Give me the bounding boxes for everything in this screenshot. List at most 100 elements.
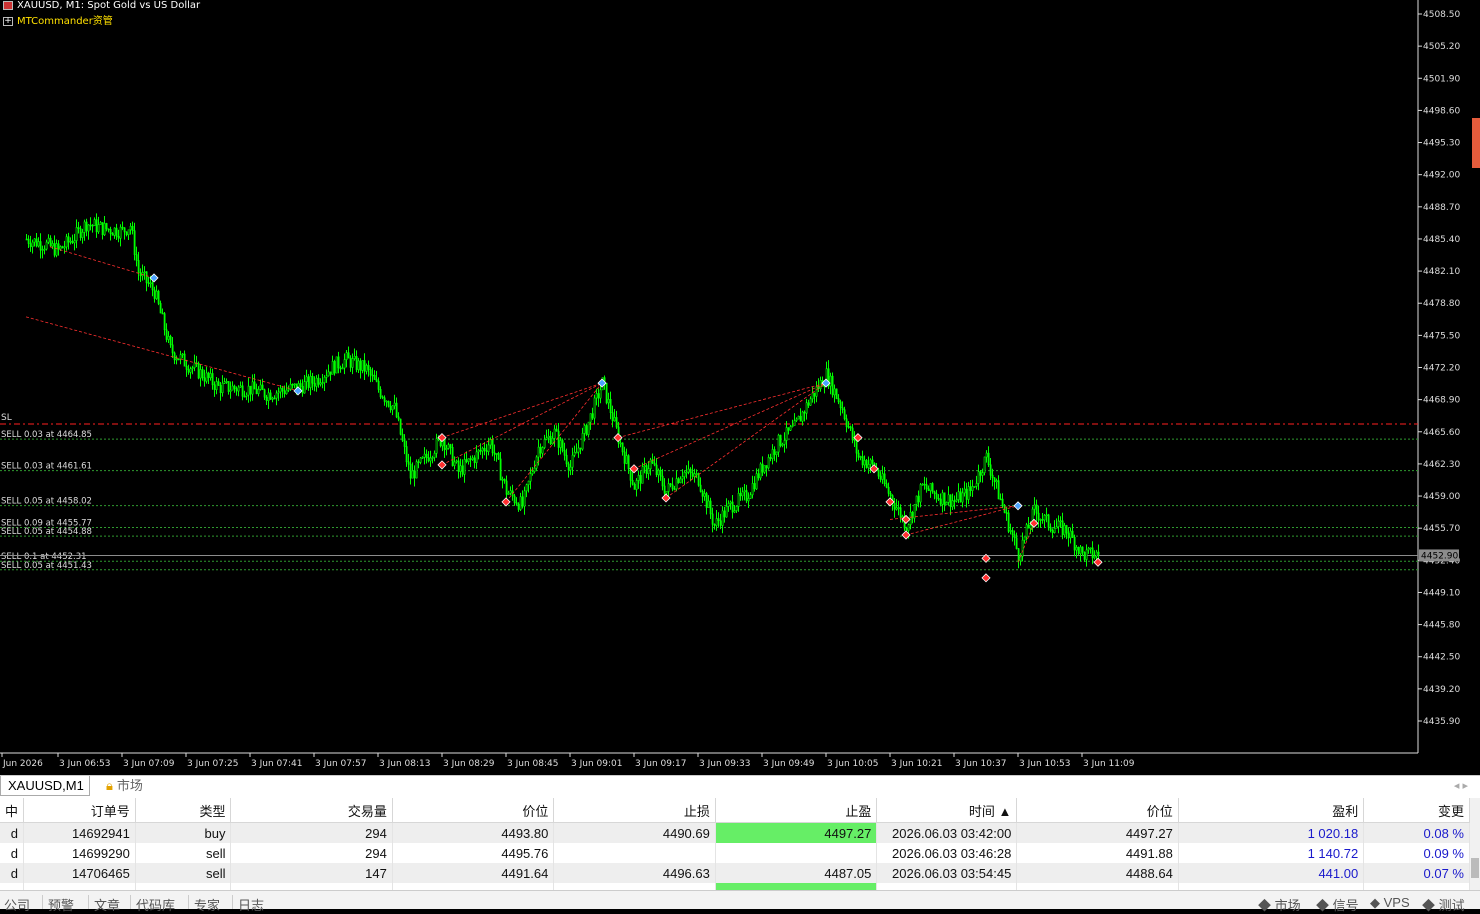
candle-body bbox=[391, 405, 394, 411]
service-tab[interactable]: ◆ 测试 bbox=[1422, 895, 1465, 914]
tab-divider bbox=[232, 895, 233, 909]
column-header[interactable]: 交易量 bbox=[230, 798, 393, 823]
candle-body bbox=[411, 470, 414, 479]
table-row[interactable]: d 14706465 sell 147 4491.64 4496.63 4487.05 202… bbox=[0, 863, 1470, 883]
candle-body bbox=[455, 460, 458, 463]
toolbox-tab[interactable]: 日志 bbox=[238, 895, 264, 914]
candle-body bbox=[847, 426, 850, 428]
candle-body bbox=[691, 472, 694, 477]
candle-body bbox=[793, 420, 796, 426]
candle-body bbox=[895, 507, 898, 510]
tab-xauusd-m1[interactable]: XAUUSD,M1 bbox=[0, 776, 90, 796]
trade-arrow-marker bbox=[1013, 501, 1023, 511]
stop-loss bbox=[553, 843, 716, 863]
candle-body bbox=[343, 359, 346, 369]
table-row[interactable]: d 14692941 buy 294 4493.80 4490.69 4497.27 2026… bbox=[0, 822, 1470, 843]
row-marker bbox=[0, 883, 25, 890]
candle-body bbox=[553, 428, 556, 439]
candle-body bbox=[545, 437, 548, 440]
candle-body bbox=[269, 392, 272, 400]
toolbox-tab[interactable]: 专家 bbox=[194, 895, 220, 914]
scrollbar-thumb[interactable] bbox=[1471, 858, 1479, 878]
table-row[interactable] bbox=[0, 883, 1470, 890]
tab-scroll-arrows[interactable]: ◂ ▸ bbox=[1454, 776, 1468, 796]
candle-body bbox=[263, 389, 266, 398]
column-header[interactable]: 止损 bbox=[553, 798, 716, 823]
candle-body bbox=[393, 402, 396, 407]
toolbox-tab[interactable]: 预警 bbox=[48, 895, 74, 914]
candle-body bbox=[991, 474, 994, 479]
candle-body bbox=[55, 243, 58, 256]
table-scrollbar[interactable] bbox=[1470, 798, 1480, 890]
candle-body bbox=[597, 393, 600, 399]
table-row[interactable]: d 14699290 sell 294 4495.76 2026.06.03 03:46:… bbox=[0, 843, 1470, 863]
candle-body bbox=[75, 227, 78, 241]
toolbox-tab[interactable]: 代码库 bbox=[136, 895, 175, 914]
candle-body bbox=[659, 469, 662, 477]
column-header[interactable]: 变更 bbox=[1363, 798, 1470, 823]
candle-body bbox=[707, 500, 710, 508]
candle-body bbox=[405, 446, 408, 463]
candle-body bbox=[135, 254, 138, 261]
tab-market[interactable]: 🔒︎ 市场 bbox=[106, 776, 143, 796]
candle-body bbox=[543, 439, 546, 448]
column-header[interactable]: 止盈 bbox=[715, 798, 878, 823]
service-tab[interactable]: ◆ 信号 bbox=[1316, 895, 1359, 914]
open-price: 4491.64 bbox=[392, 863, 555, 883]
candle-body bbox=[681, 476, 684, 480]
candle-body bbox=[719, 520, 722, 526]
column-header[interactable]: 中 bbox=[0, 798, 25, 823]
stop-loss: 4496.63 bbox=[553, 863, 716, 883]
order-ticket: 14706465 bbox=[23, 863, 136, 883]
price-chart[interactable]: 4508.50 4505.20 4501.90 4498.60 4495.30 4492.… bbox=[0, 0, 1480, 775]
chart-canvas[interactable]: 4508.50 4505.20 4501.90 4498.60 4495.30 4492.… bbox=[0, 0, 1480, 775]
candle-body bbox=[573, 452, 576, 456]
service-tab[interactable]: ◆ 市场 bbox=[1258, 895, 1301, 914]
column-header[interactable]: 盈利 bbox=[1178, 798, 1365, 823]
column-header[interactable]: 价位 bbox=[1016, 798, 1179, 823]
column-header[interactable]: 价位 bbox=[392, 798, 555, 823]
candle-body bbox=[59, 246, 62, 250]
candle-body bbox=[741, 491, 744, 497]
candle-body bbox=[857, 452, 860, 458]
toolbox-tab[interactable]: 文章 bbox=[94, 895, 120, 914]
candle-body bbox=[315, 377, 318, 387]
candle-body bbox=[1077, 547, 1080, 554]
candle-body bbox=[579, 447, 582, 450]
candle-body bbox=[1033, 504, 1036, 510]
order-ticket bbox=[23, 883, 136, 890]
candle-body bbox=[561, 440, 564, 451]
candle-body bbox=[145, 271, 148, 284]
column-header[interactable]: 订单号 bbox=[23, 798, 136, 823]
candle-body bbox=[285, 389, 288, 395]
expert-advisor-label[interactable]: + MTCommander资管 bbox=[0, 12, 113, 27]
candle-body bbox=[1049, 526, 1052, 531]
time-tick-label: 3 Jun 09:33 bbox=[699, 759, 750, 769]
open-time: 2026.06.03 03:54:45 bbox=[876, 863, 1018, 883]
column-header[interactable]: 类型 bbox=[135, 798, 232, 823]
candle-body bbox=[481, 447, 484, 452]
candle-body bbox=[497, 453, 500, 460]
candle-body bbox=[983, 456, 986, 473]
candle-body bbox=[259, 384, 262, 390]
candle-body bbox=[867, 464, 870, 468]
time-tick-label: 3 Jun 11:09 bbox=[1083, 759, 1135, 769]
candle-body bbox=[539, 446, 542, 454]
candle-body bbox=[507, 492, 510, 495]
candle-body bbox=[1061, 520, 1064, 536]
column-header-time-sorted[interactable]: 时间 ▲ bbox=[876, 798, 1018, 823]
candle-body bbox=[201, 369, 204, 379]
candle-body bbox=[925, 484, 928, 490]
time-tick-label: 3 Jun 07:41 bbox=[251, 759, 302, 769]
toolbox-tab[interactable]: 公司 bbox=[4, 895, 30, 914]
candle-body bbox=[733, 510, 736, 513]
candle-body bbox=[619, 442, 622, 445]
service-tab[interactable]: ◆ VPS bbox=[1370, 895, 1410, 911]
candle-body bbox=[477, 449, 480, 453]
candle-body bbox=[361, 360, 364, 371]
candle-body bbox=[1093, 555, 1096, 559]
candle-body bbox=[537, 446, 540, 458]
candle-body bbox=[419, 457, 422, 463]
candle-body bbox=[473, 457, 476, 463]
candle-body bbox=[381, 396, 384, 399]
